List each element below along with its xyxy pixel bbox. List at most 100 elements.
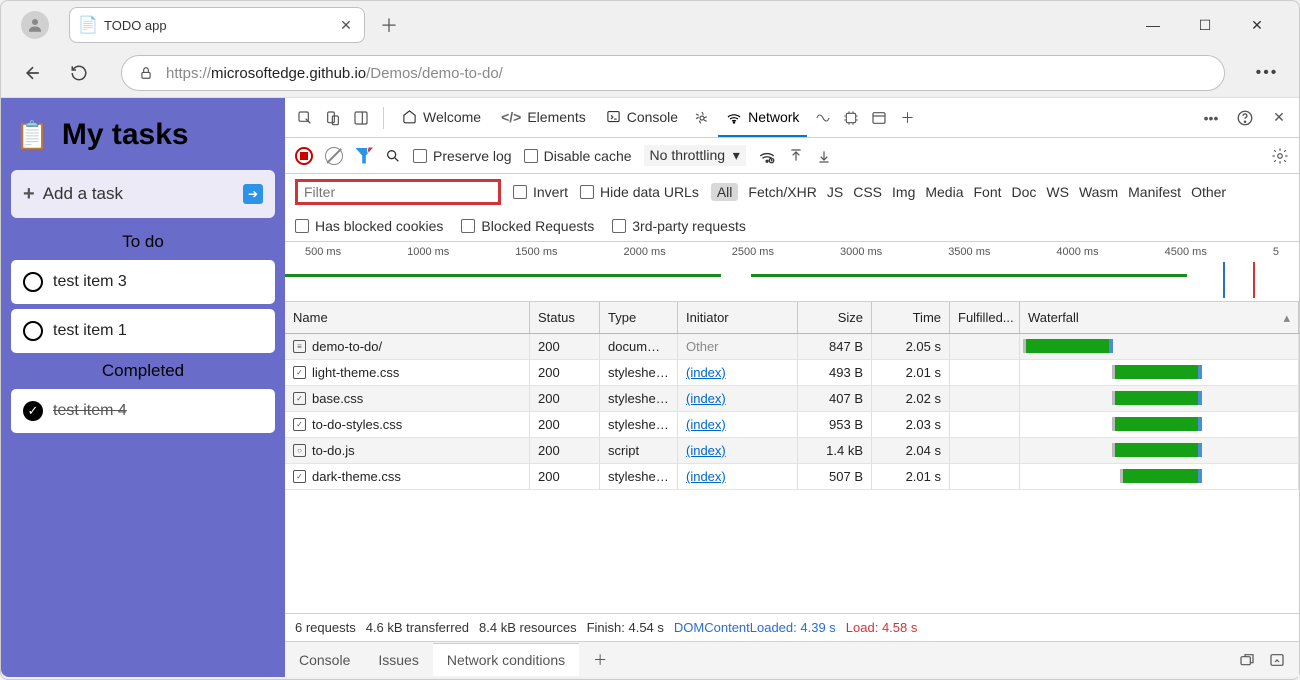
col-status[interactable]: Status [530,302,600,333]
summary-requests: 6 requests [295,620,356,635]
filter-toggle-icon[interactable] [355,148,373,164]
clear-button[interactable] [325,147,343,165]
request-row[interactable]: ✓dark-theme.css200styleshe…(index)507 B2… [285,464,1299,490]
record-button[interactable] [295,147,313,165]
request-row[interactable]: ≡demo-to-do/200docum…Other847 B2.05 s [285,334,1299,360]
more-tabs-button[interactable]: ＋ [895,106,919,130]
section-todo-heading: To do [11,232,275,252]
close-tab-icon[interactable]: ✕ [338,17,354,33]
filter-type[interactable]: Img [892,184,915,200]
invert-checkbox[interactable]: Invert [513,184,568,200]
tab-welcome[interactable]: Welcome [394,99,489,137]
col-fulfilled[interactable]: Fulfilled... [950,302,1020,333]
add-task-input[interactable]: + Add a task ➔ [11,170,275,218]
tab-network[interactable]: Network [718,99,807,137]
inspect-icon[interactable] [293,106,317,130]
hide-data-urls-checkbox[interactable]: Hide data URLs [580,184,699,200]
filter-type[interactable]: CSS [853,184,882,200]
task-item[interactable]: test item 1 [11,309,275,353]
minimize-button[interactable]: — [1139,11,1167,39]
new-tab-button[interactable]: ＋ [373,9,405,41]
filter-type[interactable]: Fetch/XHR [748,184,816,200]
network-toolbar: Preserve log Disable cache No throttling… [285,138,1299,174]
drawer-add-tab[interactable]: ＋ [579,642,621,678]
maximize-button[interactable]: ☐ [1191,11,1219,39]
window-titlebar: 📄 TODO app ✕ ＋ — ☐ ✕ [1,1,1299,49]
drawer-console[interactable]: Console [285,644,364,676]
tab-title: TODO app [104,18,330,33]
col-name[interactable]: Name [285,302,530,333]
col-type[interactable]: Type [600,302,678,333]
col-time[interactable]: Time [872,302,950,333]
filter-type[interactable]: Other [1191,184,1226,200]
refresh-button[interactable] [65,59,93,87]
drawer-issues[interactable]: Issues [364,644,432,676]
filter-input[interactable] [295,179,501,205]
download-icon[interactable] [816,148,832,164]
request-row[interactable]: ✓light-theme.css200styleshe…(index)493 B… [285,360,1299,386]
network-summary: 6 requests 4.6 kB transferred 8.4 kB res… [285,613,1299,641]
filter-type[interactable]: Doc [1012,184,1037,200]
summary-transferred: 4.6 kB transferred [366,620,469,635]
drawer-expand-icon[interactable] [1239,652,1255,668]
filter-type[interactable]: JS [827,184,843,200]
third-party-checkbox[interactable]: 3rd-party requests [612,218,746,234]
filter-type[interactable]: Media [925,184,963,200]
profile-avatar[interactable] [21,11,49,39]
request-row[interactable]: ✓to-do-styles.css200styleshe…(index)953 … [285,412,1299,438]
back-button[interactable] [19,59,47,87]
submit-task-button[interactable]: ➔ [243,184,263,204]
request-row[interactable]: ○to-do.js200script(index)1.4 kB2.04 s [285,438,1299,464]
drawer-network-conditions[interactable]: Network conditions [433,643,579,676]
resource-type-filters: All Fetch/XHR JS CSS Img Media Font Doc … [711,183,1226,201]
col-waterfall[interactable]: Waterfall▴ [1020,302,1299,333]
dock-icon[interactable] [349,106,373,130]
checked-icon[interactable]: ✓ [23,401,43,421]
search-icon[interactable] [385,148,401,164]
page-icon: 📄 [80,17,96,33]
request-row[interactable]: ✓base.css200styleshe…(index)407 B2.02 s [285,386,1299,412]
task-label: test item 4 [53,402,127,420]
memory-icon[interactable] [839,106,863,130]
timeline-ticks: 500 ms1000 ms1500 ms2000 ms2500 ms3000 m… [285,246,1299,258]
browser-tab[interactable]: 📄 TODO app ✕ [69,7,365,43]
filter-type[interactable]: Wasm [1079,184,1118,200]
application-icon[interactable] [867,106,891,130]
filter-type[interactable]: Font [974,184,1002,200]
network-conditions-icon[interactable] [758,147,776,165]
close-devtools-button[interactable]: ✕ [1267,106,1291,130]
unchecked-icon[interactable] [23,272,43,292]
upload-icon[interactable] [788,148,804,164]
tab-elements[interactable]: </>Elements [493,99,594,137]
task-item-done[interactable]: ✓ test item 4 [11,389,275,433]
col-initiator[interactable]: Initiator [678,302,798,333]
customize-icon[interactable]: ••• [1199,106,1223,130]
browser-menu-button[interactable]: ••• [1253,59,1281,87]
timeline-overview[interactable]: 500 ms1000 ms1500 ms2000 ms2500 ms3000 m… [285,242,1299,302]
filter-type[interactable]: Manifest [1128,184,1181,200]
throttling-select[interactable]: No throttling ▾ [644,145,746,166]
help-icon[interactable] [1233,106,1257,130]
drawer-collapse-icon[interactable] [1269,652,1285,668]
request-table-header: Name Status Type Initiator Size Time Ful… [285,302,1299,334]
filter-all[interactable]: All [711,183,739,201]
device-toggle-icon[interactable] [321,106,345,130]
section-completed-heading: Completed [11,361,275,381]
disable-cache-checkbox[interactable]: Disable cache [524,148,632,164]
col-size[interactable]: Size [798,302,872,333]
preserve-log-checkbox[interactable]: Preserve log [413,148,512,164]
blocked-cookies-checkbox[interactable]: Has blocked cookies [295,218,443,234]
task-item[interactable]: test item 3 [11,260,275,304]
blocked-requests-checkbox[interactable]: Blocked Requests [461,218,594,234]
network-settings-icon[interactable] [1271,147,1289,165]
summary-load: Load: 4.58 s [846,620,918,635]
filter-type[interactable]: WS [1046,184,1069,200]
unchecked-icon[interactable] [23,321,43,341]
address-bar[interactable]: https://microsoftedge.github.io/Demos/de… [121,55,1225,91]
tab-console[interactable]: Console [598,99,686,137]
close-window-button[interactable]: ✕ [1243,11,1271,39]
request-table-body: ≡demo-to-do/200docum…Other847 B2.05 s✓li… [285,334,1299,490]
sources-icon[interactable] [690,106,714,130]
performance-icon[interactable] [811,106,835,130]
app-title: My tasks [62,118,189,152]
